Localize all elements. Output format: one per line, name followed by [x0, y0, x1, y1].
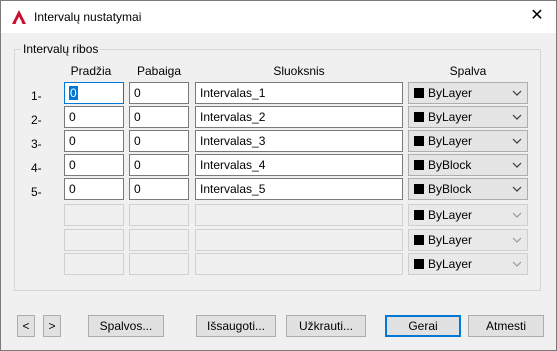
- start-field-disabled: [64, 204, 124, 226]
- ok-button[interactable]: Gerai: [385, 315, 461, 337]
- color-value: ByBlock: [428, 158, 472, 172]
- chevron-down-icon: [512, 90, 522, 96]
- color-value: ByLayer: [428, 110, 473, 124]
- title-bar: Intervalų nustatymai ✕: [1, 1, 556, 33]
- row-number: 3-: [31, 137, 42, 151]
- row-number: 2-: [31, 113, 42, 127]
- color-dropdown[interactable]: ByLayer: [408, 130, 528, 152]
- color-value: ByLayer: [428, 208, 473, 222]
- end-field-disabled: [129, 229, 189, 251]
- color-swatch: [414, 136, 424, 146]
- color-swatch: [414, 184, 424, 194]
- previous-button[interactable]: <: [17, 315, 35, 337]
- layer-field[interactable]: Intervalas_5: [195, 178, 403, 200]
- color-dropdown[interactable]: ByLayer: [408, 82, 528, 104]
- layer-field-disabled: [195, 253, 403, 275]
- color-swatch: [414, 235, 424, 245]
- header-end: Pabaiga: [136, 64, 182, 78]
- layer-field[interactable]: Intervalas_1: [195, 82, 403, 104]
- color-swatch: [414, 88, 424, 98]
- start-field[interactable]: 0: [64, 106, 124, 128]
- color-value: ByBlock: [428, 182, 472, 196]
- layer-field[interactable]: Intervalas_4: [195, 154, 403, 176]
- color-swatch: [414, 259, 424, 269]
- color-value: ByLayer: [428, 233, 473, 247]
- chevron-down-icon: [512, 114, 522, 120]
- end-field-disabled: [129, 253, 189, 275]
- color-dropdown[interactable]: ByLayer: [408, 106, 528, 128]
- color-value: ByLayer: [428, 86, 473, 100]
- color-dropdown[interactable]: ByBlock: [408, 154, 528, 176]
- start-field-disabled: [64, 253, 124, 275]
- color-dropdown-disabled: ByLayer: [408, 229, 528, 251]
- color-value: ByLayer: [428, 134, 473, 148]
- layer-field-disabled: [195, 229, 403, 251]
- end-field[interactable]: 0: [129, 130, 189, 152]
- group-label: Intervalų ribos: [23, 42, 99, 56]
- colors-button[interactable]: Spalvos...: [88, 315, 164, 337]
- layer-field[interactable]: Intervalas_3: [195, 130, 403, 152]
- color-value: ByLayer: [428, 257, 473, 271]
- save-button[interactable]: Išsaugoti...: [196, 315, 276, 337]
- end-field-disabled: [129, 204, 189, 226]
- load-button[interactable]: Užkrauti...: [286, 315, 366, 337]
- header-layer: Sluoksnis: [273, 64, 325, 78]
- chevron-down-icon: [512, 261, 522, 267]
- start-value: 0: [69, 86, 78, 100]
- layer-field[interactable]: Intervalas_2: [195, 106, 403, 128]
- end-field[interactable]: 0: [129, 82, 189, 104]
- chevron-down-icon: [512, 237, 522, 243]
- start-field[interactable]: 0: [64, 154, 124, 176]
- start-field[interactable]: 0: [64, 130, 124, 152]
- cancel-button[interactable]: Atmesti: [468, 315, 544, 337]
- color-swatch: [414, 160, 424, 170]
- header-color: Spalva: [449, 64, 487, 78]
- header-start: Pradžia: [70, 64, 112, 78]
- start-field-disabled: [64, 229, 124, 251]
- next-button[interactable]: >: [43, 315, 61, 337]
- end-field[interactable]: 0: [129, 106, 189, 128]
- end-field[interactable]: 0: [129, 154, 189, 176]
- row-number: 4-: [31, 161, 42, 175]
- end-field[interactable]: 0: [129, 178, 189, 200]
- close-icon[interactable]: ✕: [526, 6, 548, 26]
- start-field[interactable]: 0: [64, 82, 124, 104]
- layer-field-disabled: [195, 204, 403, 226]
- chevron-down-icon: [512, 138, 522, 144]
- color-dropdown-disabled: ByLayer: [408, 204, 528, 226]
- color-dropdown[interactable]: ByBlock: [408, 178, 528, 200]
- color-swatch: [414, 210, 424, 220]
- chevron-down-icon: [512, 162, 522, 168]
- chevron-down-icon: [512, 186, 522, 192]
- color-swatch: [414, 112, 424, 122]
- autocad-logo-icon: [12, 10, 26, 24]
- color-dropdown-disabled: ByLayer: [408, 253, 528, 275]
- start-field[interactable]: 0: [64, 178, 124, 200]
- window-title: Intervalų nustatymai: [34, 10, 142, 24]
- row-number: 5-: [31, 185, 42, 199]
- chevron-down-icon: [512, 212, 522, 218]
- row-number: 1-: [31, 89, 42, 103]
